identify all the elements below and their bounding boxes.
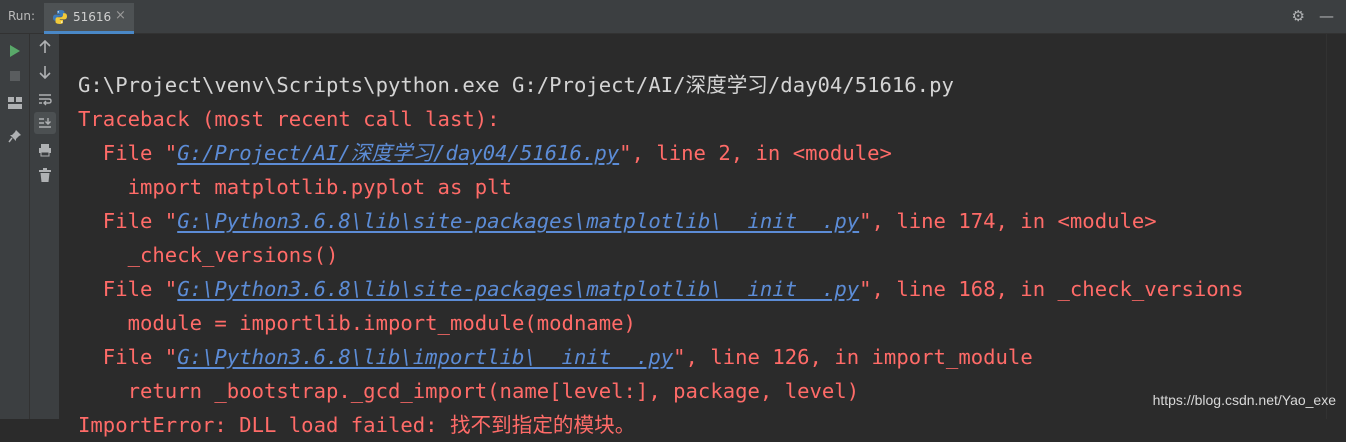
rerun-button[interactable] <box>4 40 26 62</box>
arrow-down-icon <box>39 66 51 79</box>
frame-suffix: ", line 168, in _check_versions <box>859 277 1244 301</box>
print-icon <box>39 144 51 157</box>
pin-tab-button[interactable] <box>4 125 26 147</box>
gear-icon[interactable]: ⚙ <box>1292 7 1305 25</box>
scroll-to-end-icon <box>39 118 51 128</box>
frame-suffix: ", line 126, in import_module <box>673 345 1033 369</box>
console-output[interactable]: G:\Project\venv\Scripts\python.exe G:/Pr… <box>60 34 1326 437</box>
frame-prefix: File " <box>78 141 178 165</box>
run-toolbar-primary <box>0 34 30 419</box>
code-line: import matplotlib.pyplot as plt <box>78 175 512 199</box>
file-link[interactable]: G:\Python3.6.8\lib\site-packages\matplot… <box>177 209 859 233</box>
header-actions: ⚙ — <box>1292 7 1334 25</box>
layout-icon <box>8 97 22 109</box>
python-icon <box>53 10 67 24</box>
down-stack-trace-button[interactable] <box>34 61 56 83</box>
scroll-to-end-button[interactable] <box>34 112 56 134</box>
frame-prefix: File " <box>78 277 178 301</box>
code-line: module = importlib.import_module(modname… <box>78 311 636 335</box>
close-tab-icon[interactable]: × <box>115 8 126 23</box>
tab-label: 51616 <box>73 10 112 24</box>
arrow-up-icon <box>39 40 51 53</box>
file-link[interactable]: G:/Project/AI/深度学习/day04/51616.py <box>177 141 619 165</box>
print-button[interactable] <box>34 139 56 161</box>
stop-button[interactable] <box>4 65 26 87</box>
file-link[interactable]: G:\Python3.6.8\lib\importlib\__init__.py <box>177 345 673 369</box>
traceback-header: Traceback (most recent call last): <box>78 107 500 131</box>
stop-icon <box>10 71 20 81</box>
frame-suffix: ", line 174, in <module> <box>859 209 1157 233</box>
frame-suffix: ", line 2, in <module> <box>619 141 892 165</box>
code-line: _check_versions() <box>78 243 339 267</box>
up-stack-trace-button[interactable] <box>34 36 56 58</box>
error-line: ImportError: DLL load failed: 找不到指定的模块。 <box>78 413 636 437</box>
run-toolbar-secondary <box>30 34 60 419</box>
run-tool-window-header: Run: 51616 × ⚙ — <box>0 0 1346 34</box>
command-line: G:\Project\venv\Scripts\python.exe G:/Pr… <box>78 73 954 97</box>
vertical-scrollbar[interactable] <box>1326 34 1346 419</box>
frame-line: File "G:\Python3.6.8\lib\site-packages\m… <box>78 209 1157 233</box>
minimize-icon[interactable]: — <box>1319 7 1334 25</box>
run-icon <box>10 45 20 57</box>
layout-button[interactable] <box>4 92 26 114</box>
run-tab-51616[interactable]: 51616 × <box>44 3 134 34</box>
file-link[interactable]: G:\Python3.6.8\lib\site-packages\matplot… <box>177 277 859 301</box>
pin-icon <box>8 130 21 143</box>
trash-icon <box>39 168 51 182</box>
frame-line: File "G:\Python3.6.8\lib\site-packages\m… <box>78 277 1244 301</box>
frame-line: File "G:/Project/AI/深度学习/day04/51616.py"… <box>78 141 892 165</box>
frame-prefix: File " <box>78 209 178 233</box>
frame-prefix: File " <box>78 345 178 369</box>
soft-wrap-icon <box>39 94 52 106</box>
console-lines: G:\Project\venv\Scripts\python.exe G:/Pr… <box>78 34 1243 442</box>
soft-wrap-button[interactable] <box>34 88 56 110</box>
watermark: https://blog.csdn.net/Yao_exe <box>1152 392 1336 408</box>
frame-line: File "G:\Python3.6.8\lib\importlib\__ini… <box>78 345 1033 369</box>
run-label: Run: <box>8 9 36 23</box>
clear-all-button[interactable] <box>34 164 56 186</box>
code-line: return _bootstrap._gcd_import(name[level… <box>78 379 860 403</box>
